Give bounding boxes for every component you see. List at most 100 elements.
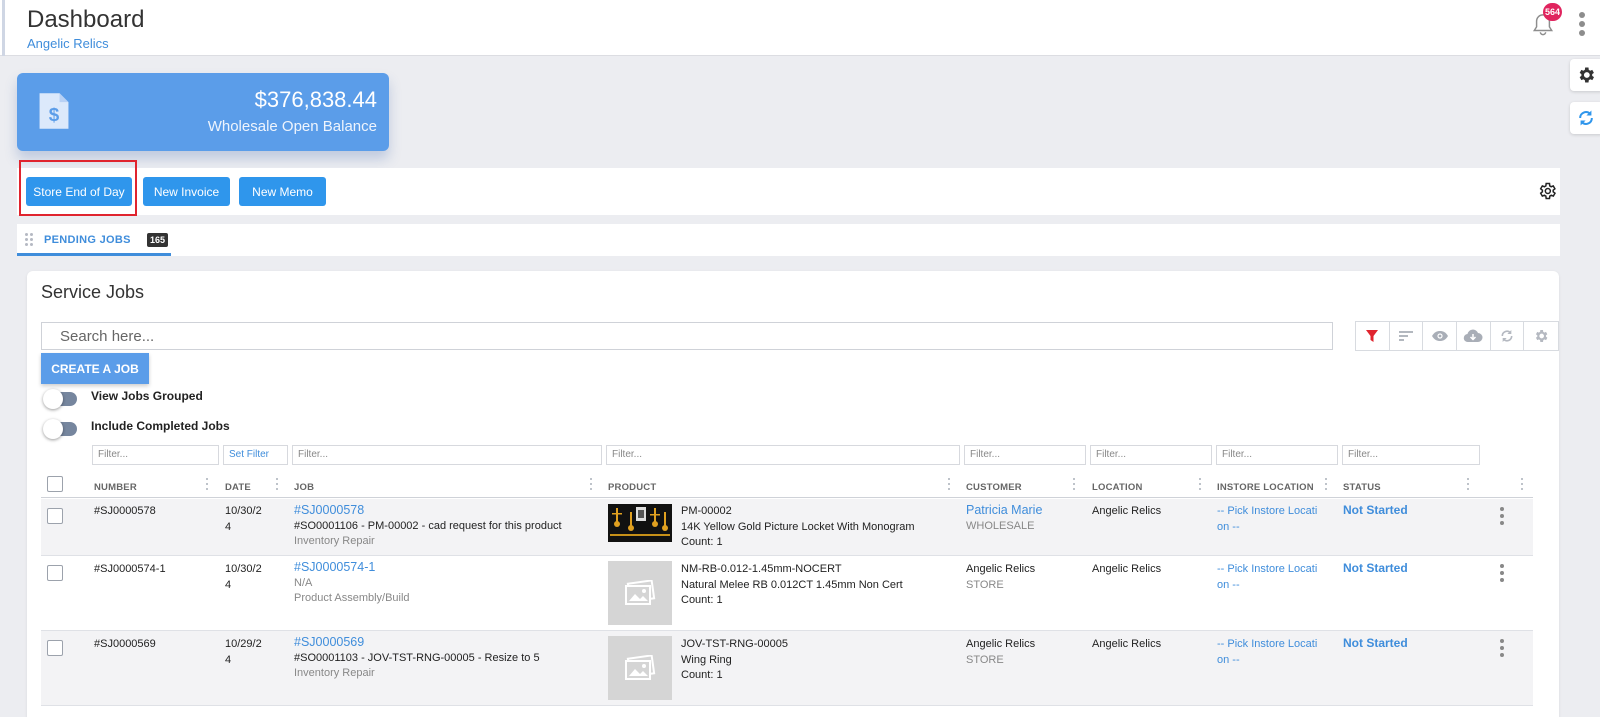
view-jobs-grouped-toggle[interactable] xyxy=(43,389,77,409)
product-name: 14K Yellow Gold Picture Locket With Mono… xyxy=(681,520,915,533)
tab-label: PENDING JOBS xyxy=(44,234,131,246)
refresh-icon xyxy=(1501,330,1513,342)
product-cell: PM-00002 14K Yellow Gold Picture Locket … xyxy=(681,504,915,551)
tab-pending-jobs[interactable]: PENDING JOBS 165 xyxy=(17,224,171,256)
column-instore-location[interactable]: INSTORE LOCATION xyxy=(1217,482,1314,493)
product-thumbnail[interactable] xyxy=(608,636,672,700)
panel-title: Service Jobs xyxy=(41,282,145,302)
instore-location-picker[interactable]: -- Pick Instore Locati on -- xyxy=(1217,562,1317,593)
sync-icon xyxy=(1579,110,1593,126)
product-sku: NM-RB-0.012-1.45mm-NOCERT xyxy=(681,563,842,575)
grid-settings-button[interactable] xyxy=(1524,322,1558,350)
gear-icon[interactable] xyxy=(1537,181,1557,201)
instore-location-picker[interactable]: -- Pick Instore Locati on -- xyxy=(1217,504,1317,535)
new-invoice-button[interactable]: New Invoice xyxy=(143,177,230,206)
status-badge[interactable]: Not Started xyxy=(1343,636,1408,652)
column-menu-icon[interactable] xyxy=(589,478,593,492)
column-number[interactable]: NUMBER xyxy=(94,482,137,493)
customer-name: Angelic Relics xyxy=(966,638,1036,650)
highlight-box xyxy=(19,160,137,216)
row-actions-icon[interactable] xyxy=(1499,564,1505,584)
product-name: Natural Melee RB 0.012CT 1.45mm Non Cert xyxy=(681,578,903,591)
select-all-checkbox[interactable] xyxy=(47,476,63,492)
new-memo-button[interactable]: New Memo xyxy=(239,177,326,206)
row-checkbox[interactable] xyxy=(47,565,63,581)
filter-instore-location[interactable]: Filter... xyxy=(1216,445,1338,465)
status-badge[interactable]: Not Started xyxy=(1343,503,1408,519)
column-date[interactable]: DATE xyxy=(225,482,251,493)
column-menu-icon[interactable] xyxy=(1072,478,1076,492)
table-row[interactable]: #SJ0000578 10/30/2 4 #SJ0000578 #SO000110… xyxy=(41,499,1533,556)
column-product[interactable]: PRODUCT xyxy=(608,482,656,493)
drag-handle-icon[interactable] xyxy=(25,233,33,247)
product-thumbnail[interactable] xyxy=(608,561,672,625)
job-cell: #SJ0000569 #SO0001103 - JOV-TST-RNG-0000… xyxy=(294,635,540,682)
column-visibility-button[interactable] xyxy=(1423,322,1458,350)
tab-count-badge: 165 xyxy=(147,233,169,247)
customer-cell: Patricia Marie WHOLESALE xyxy=(966,503,1042,534)
column-menu-icon[interactable] xyxy=(205,478,209,492)
job-type: Product Assembly/Build xyxy=(294,592,410,604)
filter-product[interactable]: Filter... xyxy=(606,445,960,465)
row-actions-icon[interactable] xyxy=(1499,639,1505,659)
search-input[interactable] xyxy=(41,322,1333,350)
eye-icon xyxy=(1431,331,1448,341)
column-menu-icon[interactable] xyxy=(1198,478,1202,492)
gear-icon xyxy=(1579,67,1594,83)
job-link[interactable]: #SJ0000574-1 xyxy=(294,560,410,576)
filter-location[interactable]: Filter... xyxy=(1090,445,1212,465)
balance-amount: $376,838.44 xyxy=(254,87,377,112)
refresh-button[interactable] xyxy=(1491,322,1525,350)
job-link[interactable]: #SJ0000569 xyxy=(294,635,540,651)
store-name[interactable]: Angelic Relics xyxy=(27,36,109,51)
job-cell: #SJ0000578 #SO0001106 - PM-00002 - cad r… xyxy=(294,503,562,550)
sort-button[interactable] xyxy=(1390,322,1424,350)
grid-toolbar xyxy=(1355,321,1559,351)
column-job[interactable]: JOB xyxy=(294,482,314,493)
more-vertical-icon[interactable] xyxy=(1578,12,1586,40)
column-location[interactable]: LOCATION xyxy=(1092,482,1143,493)
filter-button[interactable] xyxy=(1356,322,1390,350)
instore-location-picker[interactable]: -- Pick Instore Locati on -- xyxy=(1217,637,1317,668)
action-bar: Store End of Day New Invoice New Memo xyxy=(17,168,1560,215)
column-customer[interactable]: CUSTOMER xyxy=(966,482,1022,493)
filter-icon xyxy=(1366,330,1379,342)
filter-date[interactable]: Set Filter xyxy=(223,445,288,465)
include-completed-toggle[interactable] xyxy=(43,419,77,439)
settings-float-button[interactable] xyxy=(1570,59,1600,91)
cloud-download-icon xyxy=(1464,329,1483,343)
row-actions-icon[interactable] xyxy=(1499,507,1505,527)
view-jobs-grouped-label: View Jobs Grouped xyxy=(91,389,203,403)
wholesale-balance-card[interactable]: $ $376,838.44 Wholesale Open Balance xyxy=(17,73,389,151)
filter-status[interactable]: Filter... xyxy=(1342,445,1480,465)
customer-name: Angelic Relics xyxy=(966,563,1036,575)
column-menu-icon[interactable] xyxy=(1520,478,1524,492)
table-row[interactable]: #SJ0000569 10/29/2 4 #SJ0000569 #SO000110… xyxy=(41,631,1533,706)
customer-cell: Angelic Relics STORE xyxy=(966,637,1035,668)
column-menu-icon[interactable] xyxy=(1466,478,1470,492)
product-thumbnail[interactable] xyxy=(608,504,672,542)
filter-job[interactable]: Filter... xyxy=(292,445,602,465)
job-date: 10/30/2 4 xyxy=(225,505,262,533)
notification-badge[interactable]: 564 xyxy=(1543,3,1563,21)
column-menu-icon[interactable] xyxy=(275,478,279,492)
filter-customer[interactable]: Filter... xyxy=(964,445,1086,465)
create-job-button[interactable]: CREATE A JOB xyxy=(41,353,149,384)
job-link[interactable]: #SJ0000578 xyxy=(294,503,562,519)
column-menu-icon[interactable] xyxy=(947,478,951,492)
export-button[interactable] xyxy=(1457,322,1491,350)
table-row[interactable]: #SJ0000574-1 10/30/2 4 #SJ0000574-1 N/A P… xyxy=(41,556,1533,631)
job-description: N/A xyxy=(294,576,313,589)
sync-float-button[interactable] xyxy=(1570,102,1600,134)
product-cell: JOV-TST-RNG-00005 Wing Ring Count: 1 xyxy=(681,637,788,684)
filter-number[interactable]: Filter... xyxy=(92,445,219,465)
customer-link[interactable]: Patricia Marie xyxy=(966,503,1042,519)
column-menu-icon[interactable] xyxy=(1324,478,1328,492)
page-title: Dashboard xyxy=(27,6,145,33)
column-status[interactable]: STATUS xyxy=(1343,482,1381,493)
row-checkbox[interactable] xyxy=(47,508,63,524)
row-checkbox[interactable] xyxy=(47,640,63,656)
service-jobs-panel: Service Jobs CREATE A JOB View Jobs Grou… xyxy=(27,271,1559,717)
product-count: Count: 1 xyxy=(681,594,723,606)
status-badge[interactable]: Not Started xyxy=(1343,561,1408,577)
